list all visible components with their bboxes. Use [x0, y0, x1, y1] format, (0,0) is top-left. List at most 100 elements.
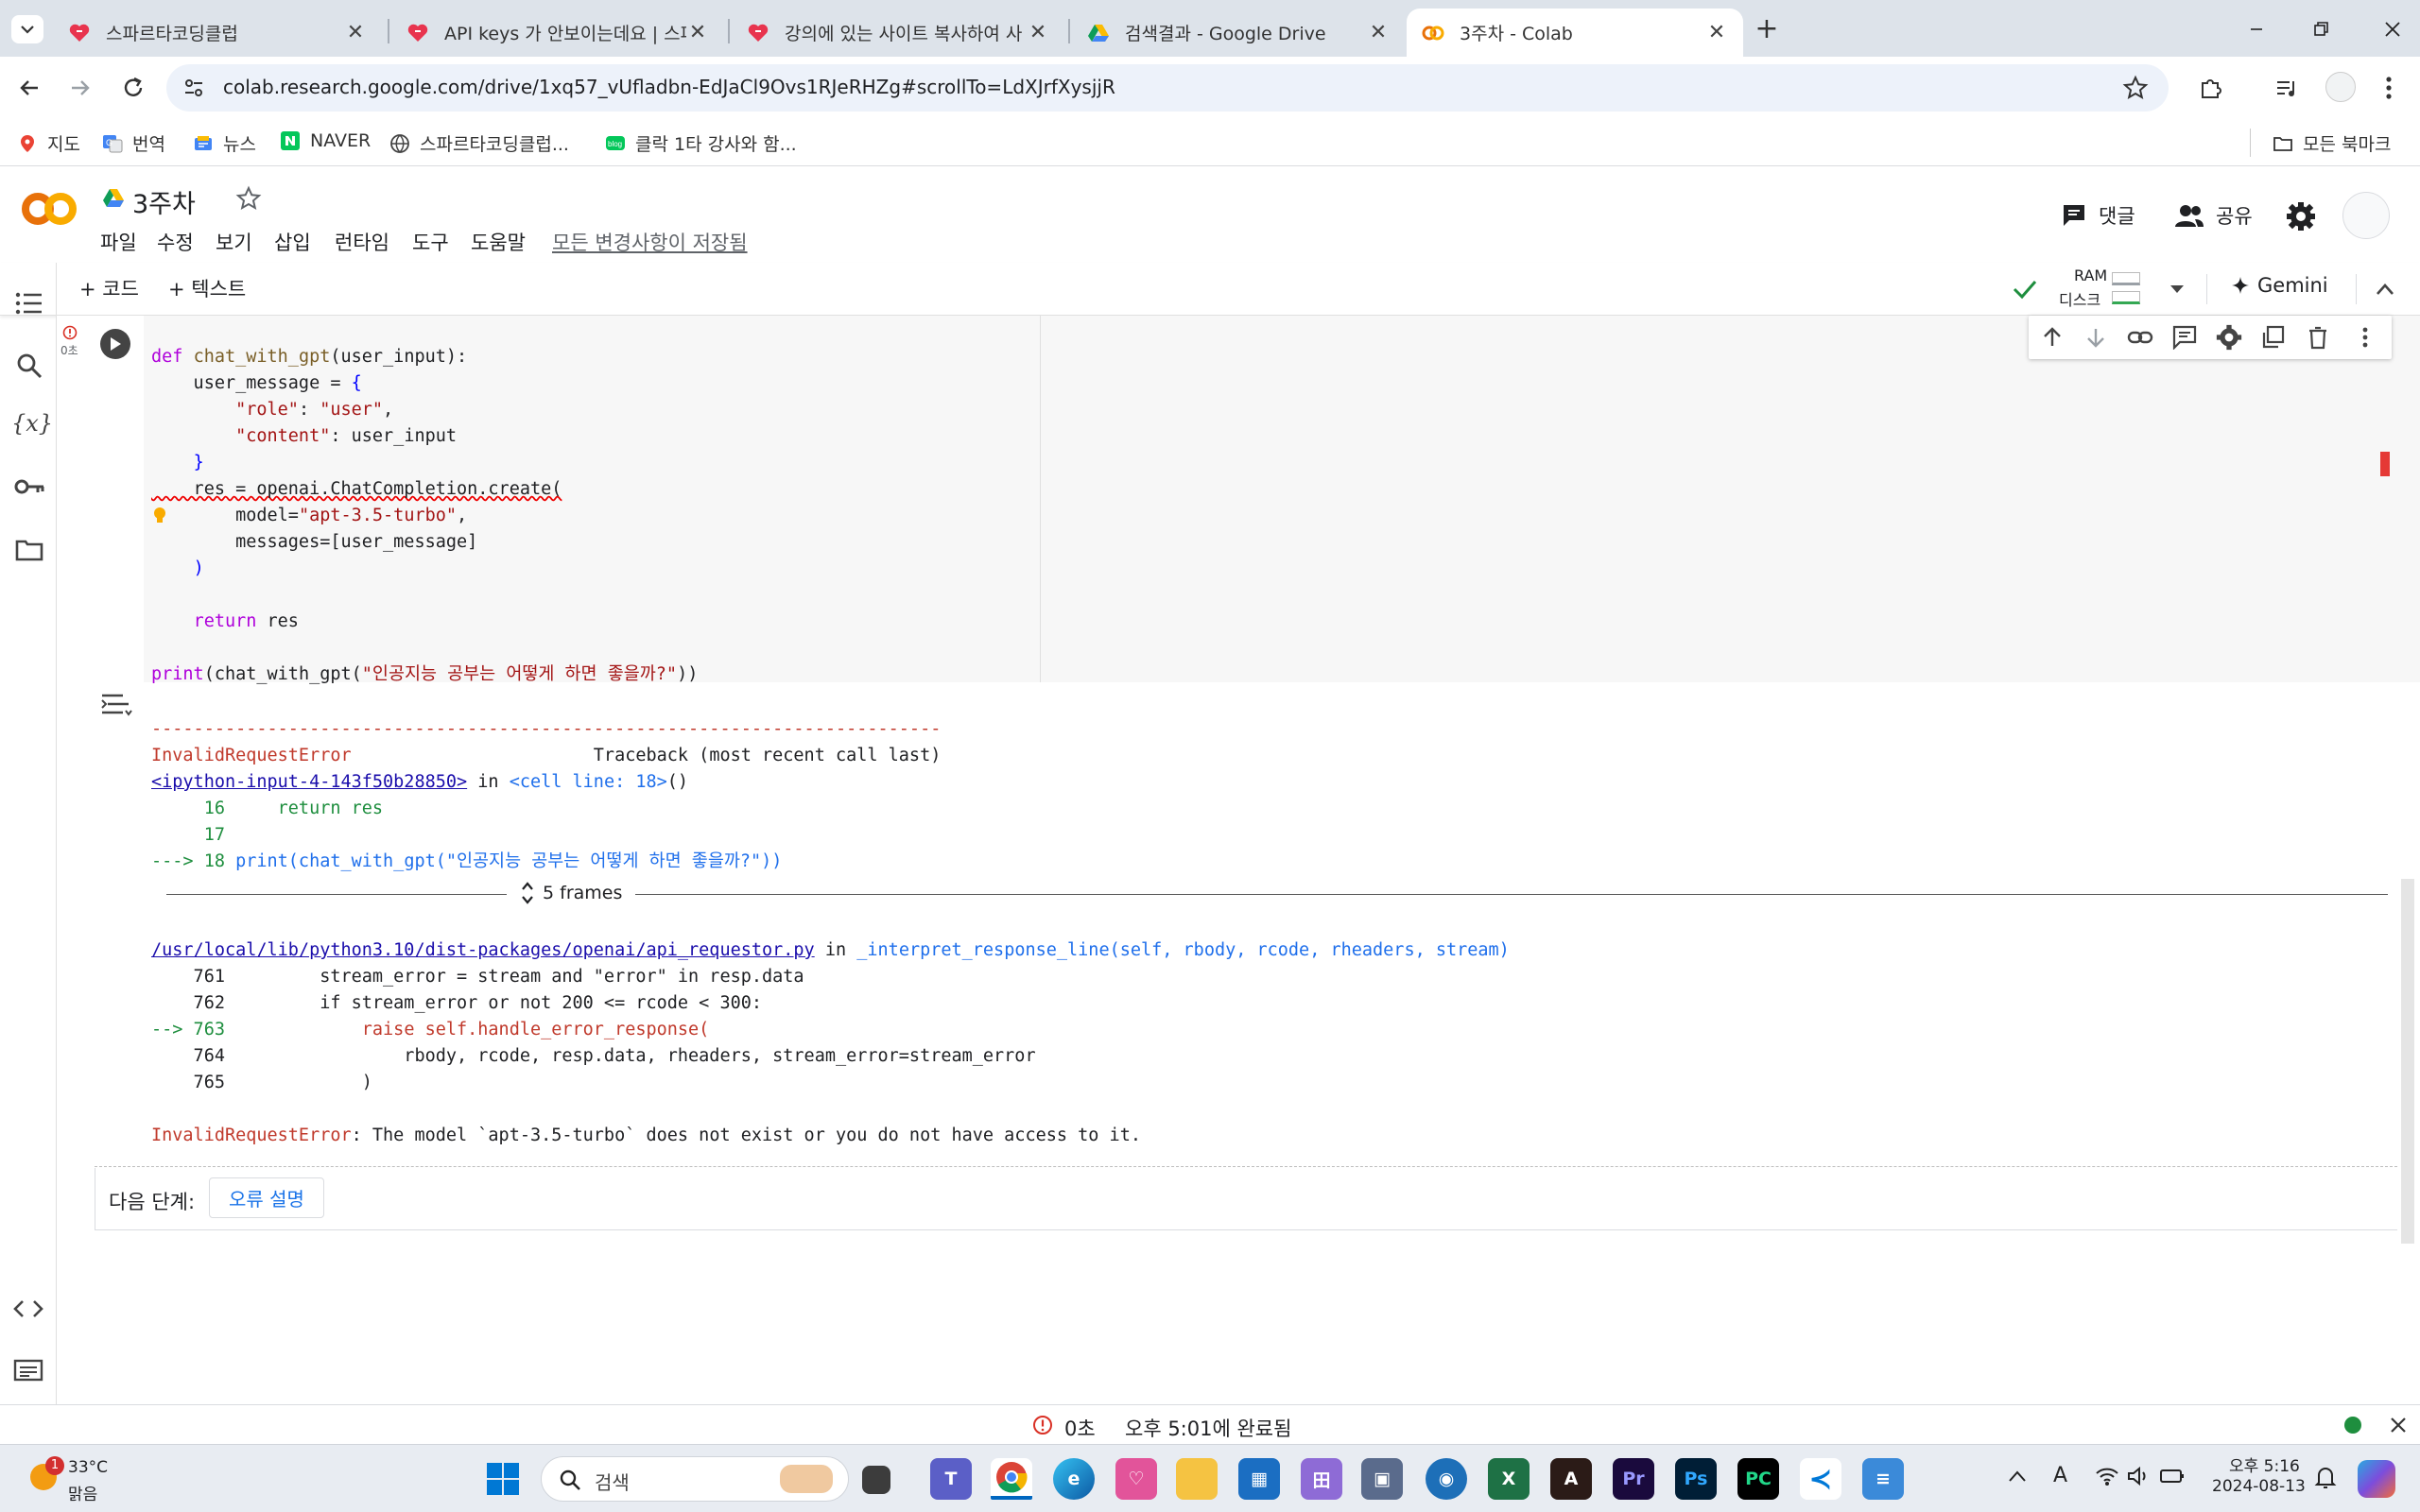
bookmark-item[interactable]: 뉴스 — [193, 130, 256, 156]
edge-icon[interactable]: e — [1053, 1458, 1095, 1500]
notification-bell-icon[interactable] — [2314, 1466, 2337, 1490]
search-icon[interactable] — [15, 352, 43, 380]
extensions-button[interactable] — [2197, 74, 2225, 102]
photoshop-icon[interactable]: Ps — [1675, 1458, 1717, 1500]
browser-menu-button[interactable] — [2382, 74, 2395, 102]
browser-tab[interactable]: API keys 가 안보이는데요 | 스파르 ✕ — [391, 9, 724, 57]
store-icon[interactable]: ▦ — [1238, 1458, 1280, 1500]
clock-date[interactable]: 2024-08-13 — [2212, 1477, 2306, 1496]
runtime-dropdown-icon[interactable] — [2169, 284, 2186, 295]
restore-window-button[interactable] — [2307, 15, 2335, 43]
lightbulb-icon[interactable] — [153, 507, 166, 525]
comment-button[interactable]: 댓글 — [2061, 201, 2135, 230]
menu-file[interactable]: 파일 — [100, 228, 137, 256]
browser-tab-active[interactable]: 3주차 - Colab ✕ — [1407, 9, 1743, 57]
menu-view[interactable]: 보기 — [216, 228, 252, 256]
run-cell-button[interactable] — [100, 329, 130, 359]
colab-logo[interactable] — [19, 190, 79, 228]
notebook-title[interactable]: 3주차 — [132, 183, 196, 220]
menu-insert[interactable]: 삽입 — [274, 228, 311, 256]
table-of-contents-icon[interactable] — [15, 291, 43, 316]
omnibox[interactable]: colab.research.google.com/drive/1xq57_vU… — [166, 64, 2169, 112]
site-info-icon[interactable] — [180, 74, 210, 102]
battery-icon[interactable] — [2159, 1466, 2186, 1486]
browser-tab[interactable]: 강의에 있는 사이트 복사하여 사 ✕ — [732, 9, 1064, 57]
copilot-icon[interactable] — [2358, 1460, 2395, 1498]
excel-icon[interactable]: X — [1488, 1458, 1530, 1500]
app-icon[interactable]: 田 — [1301, 1458, 1342, 1500]
notebook-scrollbar[interactable] — [2401, 879, 2414, 1244]
url-text[interactable]: colab.research.google.com/drive/1xq57_vU… — [223, 76, 1115, 98]
bookmark-item[interactable]: blog 클락 1타 강사와 함... — [605, 130, 797, 156]
comment-icon[interactable] — [2172, 325, 2197, 350]
chevron-up-icon[interactable] — [2008, 1469, 2027, 1483]
mirror-cell-icon[interactable] — [2261, 325, 2286, 350]
teams-icon[interactable]: T — [930, 1458, 972, 1500]
bookmark-item[interactable]: 지도 — [17, 130, 80, 156]
close-tab-icon[interactable]: ✕ — [1367, 21, 1390, 44]
bookmark-item[interactable]: G 번역 — [102, 130, 165, 156]
bookmark-star-button[interactable] — [2121, 74, 2150, 102]
app-icon[interactable]: ▣ — [1361, 1458, 1403, 1500]
volume-icon[interactable] — [2127, 1466, 2152, 1486]
settings-gear-icon[interactable] — [2286, 201, 2316, 232]
media-controls-button[interactable] — [2273, 74, 2301, 102]
premiere-icon[interactable]: Pr — [1613, 1458, 1654, 1500]
bookmark-item[interactable]: 스파르타코딩클럽... — [389, 130, 569, 156]
folder-icon[interactable] — [15, 539, 43, 561]
code-editor[interactable]: def chat_with_gpt(user_input): user_mess… — [144, 316, 2420, 684]
settings-gear-icon[interactable] — [2216, 324, 2242, 351]
gemini-button[interactable]: Gemini — [2231, 274, 2328, 297]
taskbar-search[interactable]: 검색 — [541, 1456, 849, 1502]
reload-button[interactable] — [119, 74, 147, 102]
close-window-button[interactable] — [2378, 15, 2407, 43]
google-drive-icon[interactable] — [102, 188, 125, 209]
share-button[interactable]: 공유 — [2174, 201, 2253, 230]
pycharm-icon[interactable]: PC — [1737, 1458, 1779, 1500]
close-tab-icon[interactable]: ✕ — [344, 21, 367, 44]
key-icon[interactable] — [13, 476, 45, 497]
clock-time[interactable]: 오후 5:16 — [2229, 1452, 2300, 1476]
chrome-icon[interactable] — [991, 1458, 1032, 1500]
browser-tab[interactable]: 검색결과 - Google Drive ✕ — [1072, 9, 1405, 57]
output-actions-icon[interactable] — [100, 692, 132, 716]
app-icon[interactable]: ◉ — [1426, 1458, 1467, 1500]
forward-button[interactable] — [66, 74, 95, 102]
bookmark-item[interactable]: NAVER — [280, 130, 371, 151]
resource-monitor[interactable]: RAM 디스크 — [2057, 265, 2142, 312]
explain-error-button[interactable]: 오류 설명 — [209, 1177, 324, 1218]
task-view-icon[interactable] — [862, 1466, 890, 1494]
new-tab-button[interactable]: + — [1751, 13, 1783, 45]
more-vertical-icon[interactable] — [2360, 325, 2371, 350]
browser-tab[interactable]: 스파르타코딩클럽 ✕ — [53, 9, 382, 57]
file-explorer-icon[interactable] — [1176, 1458, 1218, 1500]
star-icon[interactable] — [234, 184, 263, 213]
ime-indicator-icon[interactable]: A — [2053, 1464, 2067, 1487]
menu-edit[interactable]: 수정 — [157, 228, 194, 256]
menu-help[interactable]: 도움말 — [471, 228, 526, 256]
ipython-input-link[interactable]: <ipython-input-4-143f50b28850> — [151, 772, 467, 792]
profile-avatar[interactable] — [2325, 72, 2356, 102]
link-icon[interactable] — [2127, 325, 2153, 350]
collapsed-frames-toggle[interactable]: 5 frames — [507, 879, 636, 907]
vscode-icon[interactable]: ≺ — [1800, 1458, 1841, 1500]
menu-runtime[interactable]: 런타임 — [335, 228, 389, 256]
app-icon[interactable]: ♡ — [1115, 1458, 1157, 1500]
code-snippets-icon[interactable] — [13, 1298, 43, 1319]
acrobat-icon[interactable]: A — [1550, 1458, 1592, 1500]
variables-icon[interactable]: {x} — [11, 410, 53, 437]
minimize-window-button[interactable] — [2242, 15, 2271, 43]
all-bookmarks-button[interactable]: 모든 북마크 — [2273, 130, 2391, 156]
close-tab-icon[interactable]: ✕ — [1027, 21, 1049, 44]
notepad-icon[interactable]: ≡ — [1862, 1458, 1904, 1500]
move-down-icon[interactable] — [2083, 325, 2108, 350]
close-tab-icon[interactable]: ✕ — [1705, 21, 1728, 44]
weather-widget[interactable]: 1 33°C 맑음 — [26, 1454, 121, 1504]
delete-icon[interactable] — [2307, 325, 2329, 350]
collapse-header-icon[interactable] — [2375, 282, 2395, 297]
back-button[interactable] — [15, 74, 43, 102]
add-code-button[interactable]: + 코드 — [79, 274, 139, 302]
windows-start-icon[interactable] — [486, 1462, 520, 1496]
move-up-icon[interactable] — [2040, 325, 2065, 350]
close-tab-icon[interactable]: ✕ — [686, 21, 709, 44]
